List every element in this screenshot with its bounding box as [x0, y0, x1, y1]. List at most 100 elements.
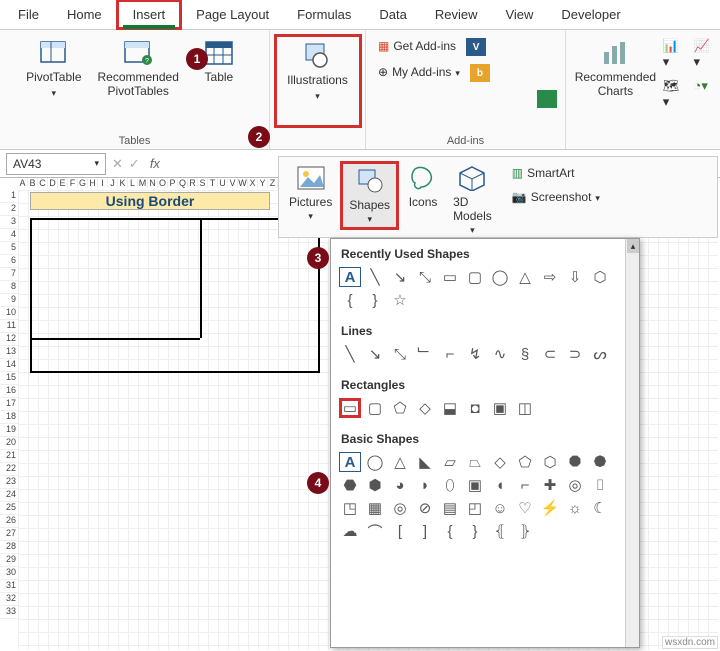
3d-models-button[interactable]: 3D Models ▾: [447, 161, 498, 238]
shapes-button[interactable]: Shapes ▾: [340, 161, 399, 230]
basic-pie[interactable]: ◕: [389, 475, 411, 495]
menu-file[interactable]: File: [4, 2, 53, 27]
line-1[interactable]: ╲: [339, 344, 361, 364]
rect-plain[interactable]: ▭: [339, 398, 361, 418]
basic-rtri[interactable]: ◣: [414, 452, 436, 472]
rect-round2[interactable]: ▣: [489, 398, 511, 418]
smartart-button[interactable]: ▥ SmartArt: [508, 165, 604, 183]
basic-frame[interactable]: ▣: [464, 475, 486, 495]
icons-button[interactable]: Icons: [401, 161, 445, 211]
shape-line[interactable]: ╲: [364, 267, 386, 287]
shape-rbrace[interactable]: }: [364, 290, 386, 310]
basic-lbrace[interactable]: {: [439, 521, 461, 541]
basic-plaque[interactable]: ◎: [564, 475, 586, 495]
basic-nosymbol[interactable]: ⊘: [414, 498, 436, 518]
shape-rectangle[interactable]: ▭: [439, 267, 461, 287]
basic-can[interactable]: ⌷: [589, 475, 611, 495]
shape-arrow-down[interactable]: ⇩: [564, 267, 586, 287]
name-box[interactable]: AV43 ▾: [6, 153, 106, 175]
basic-lbracket[interactable]: [: [389, 521, 411, 541]
line-5[interactable]: ⌐: [439, 344, 461, 364]
cancel-icon[interactable]: ✕: [112, 156, 123, 172]
basic-lshape[interactable]: ⌐: [514, 475, 536, 495]
recommended-charts-button[interactable]: Recommended Charts: [572, 34, 659, 103]
menu-review[interactable]: Review: [421, 2, 492, 27]
chart-type-map-icon[interactable]: 🗺▾: [663, 78, 684, 110]
fx-button[interactable]: fx: [146, 156, 164, 171]
basic-cube[interactable]: ◳: [339, 498, 361, 518]
basic-cloud[interactable]: ☁: [339, 521, 361, 541]
basic-donut[interactable]: ◎: [389, 498, 411, 518]
line-10[interactable]: ⊃: [564, 344, 586, 364]
basic-bolt[interactable]: ⚡: [539, 498, 561, 518]
rect-rounded[interactable]: ▢: [364, 398, 386, 418]
pivot-table-button[interactable]: PivotTable ▾: [20, 34, 87, 102]
basic-rbracket[interactable]: ]: [414, 521, 436, 541]
line-6[interactable]: ↯: [464, 344, 486, 364]
basic-moon[interactable]: ☾: [589, 498, 611, 518]
line-4[interactable]: ﹂: [414, 344, 436, 364]
basic-sun[interactable]: ☼: [564, 498, 586, 518]
scroll-up-icon[interactable]: ▴: [627, 239, 639, 253]
basic-block[interactable]: ▤: [439, 498, 461, 518]
basic-half[interactable]: ◖: [489, 475, 511, 495]
people-graph-icon[interactable]: [537, 90, 557, 108]
chart-type-col-icon[interactable]: 📊▾: [663, 38, 684, 70]
shape-star[interactable]: ☆: [389, 290, 411, 310]
basic-heart[interactable]: ♡: [514, 498, 536, 518]
basic-cross[interactable]: ✚: [539, 475, 561, 495]
bing-icon[interactable]: b: [470, 64, 490, 82]
dropdown-scrollbar[interactable]: ▴: [625, 239, 639, 647]
basic-trap[interactable]: ⏢: [464, 452, 486, 472]
rect-round1[interactable]: ◘: [464, 398, 486, 418]
menu-insert[interactable]: Insert: [116, 0, 183, 30]
basic-arc[interactable]: ⌒: [364, 521, 386, 541]
basic-textbox[interactable]: A: [339, 452, 361, 472]
basic-oct[interactable]: ⯄: [589, 452, 611, 472]
basic-hex[interactable]: ⬡: [539, 452, 561, 472]
shape-arrow-right[interactable]: ⇨: [539, 267, 561, 287]
basic-hept[interactable]: ⯃: [564, 452, 586, 472]
chart-type-line-icon[interactable]: 📈▾: [694, 38, 714, 70]
get-addins-button[interactable]: ▦ Get Add-ins: [374, 38, 460, 56]
basic-para[interactable]: ▱: [439, 452, 461, 472]
enter-icon[interactable]: ✓: [129, 156, 140, 172]
rect-snipround[interactable]: ⬓: [439, 398, 461, 418]
shape-hexagon[interactable]: ⬡: [589, 267, 611, 287]
line-3[interactable]: ⤡: [389, 344, 411, 364]
shape-rounded-rect[interactable]: ▢: [464, 267, 486, 287]
basic-dec[interactable]: ⬣: [339, 475, 361, 495]
menu-home[interactable]: Home: [53, 2, 116, 27]
line-7[interactable]: ∿: [489, 344, 511, 364]
shape-connector[interactable]: ⤡: [414, 267, 436, 287]
basic-smiley[interactable]: ☺: [489, 498, 511, 518]
basic-chord[interactable]: ◗: [414, 475, 436, 495]
my-addins-button[interactable]: ⊕ My Add-ins ▾: [374, 64, 464, 82]
line-11[interactable]: ᔕ: [589, 344, 611, 364]
menu-data[interactable]: Data: [365, 2, 420, 27]
basic-dbrace2[interactable]: ⦄: [514, 521, 536, 541]
rect-snip1[interactable]: ⬠: [389, 398, 411, 418]
basic-tear[interactable]: ⬯: [439, 475, 461, 495]
line-9[interactable]: ⊂: [539, 344, 561, 364]
basic-dbrace[interactable]: ⦃: [489, 521, 511, 541]
line-8[interactable]: §: [514, 344, 536, 364]
rect-snip2[interactable]: ◇: [414, 398, 436, 418]
basic-dodec[interactable]: ⬢: [364, 475, 386, 495]
shape-textbox[interactable]: A: [339, 267, 361, 287]
basic-rbrace[interactable]: }: [464, 521, 486, 541]
shape-oval[interactable]: ◯: [489, 267, 511, 287]
chart-type-pie-icon[interactable]: ◔▾: [694, 78, 714, 110]
illustrations-button[interactable]: Illustrations ▾: [274, 34, 362, 128]
visio-icon[interactable]: V: [466, 38, 486, 56]
line-2[interactable]: ↘: [364, 344, 386, 364]
shape-triangle[interactable]: △: [514, 267, 536, 287]
rect-rounddiag[interactable]: ◫: [514, 398, 536, 418]
recommended-pivot-button[interactable]: ? Recommended PivotTables: [92, 34, 185, 103]
basic-tri[interactable]: △: [389, 452, 411, 472]
basic-bevel[interactable]: ▦: [364, 498, 386, 518]
pictures-button[interactable]: Pictures ▾: [283, 161, 338, 224]
basic-fold[interactable]: ◰: [464, 498, 486, 518]
basic-oval[interactable]: ◯: [364, 452, 386, 472]
menu-page-layout[interactable]: Page Layout: [182, 2, 283, 27]
